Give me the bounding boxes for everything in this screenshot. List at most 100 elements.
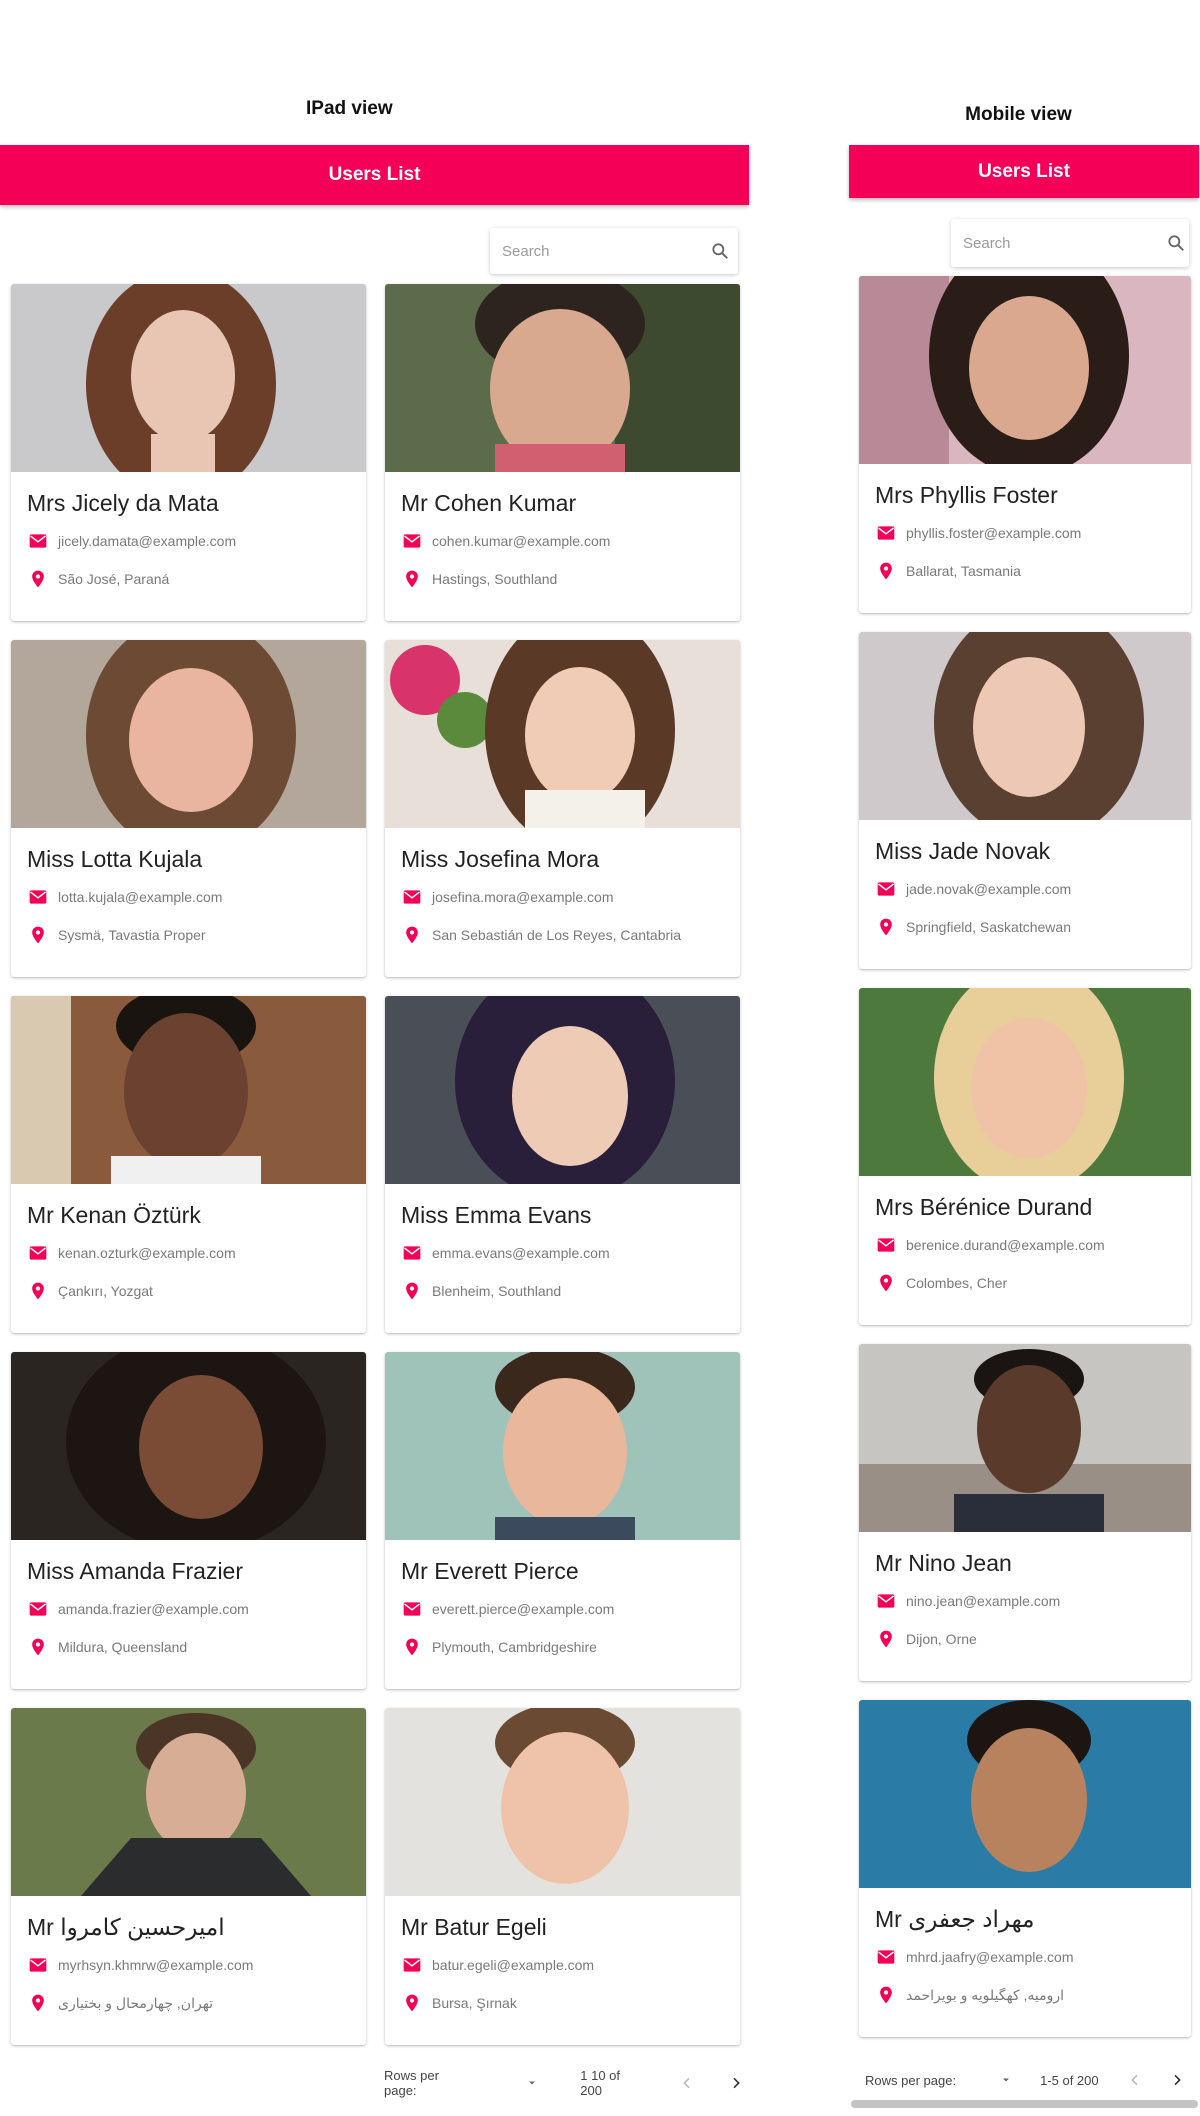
user-email-row: phyllis.foster@example.com <box>876 523 1191 543</box>
user-name: Miss Lotta Kujala <box>27 846 203 872</box>
user-photo <box>11 1708 366 1896</box>
user-name: Miss Emma Evans <box>401 1202 592 1228</box>
user-email-row: cohen.kumar@example.com <box>402 531 740 551</box>
location-pin-icon <box>406 1282 418 1300</box>
search-button[interactable] <box>1162 219 1189 267</box>
location-pin-icon <box>32 1282 44 1300</box>
user-location-row: Mildura, Queensland <box>28 1637 366 1657</box>
search-button[interactable] <box>701 228 738 274</box>
user-photo <box>385 996 740 1184</box>
search-box <box>951 219 1189 267</box>
user-location-row: Hastings, Southland <box>402 569 740 589</box>
email-icon <box>29 1958 47 1972</box>
email-icon <box>877 1594 895 1608</box>
next-page-button[interactable] <box>722 2069 749 2097</box>
email-icon <box>29 534 47 548</box>
user-location-row: Bursa, Şırnak <box>402 1993 740 2013</box>
user-card[interactable]: Miss Amanda Frazier amanda.frazier@examp… <box>11 1352 366 1689</box>
email-icon <box>29 1246 47 1260</box>
user-photo <box>11 1352 366 1540</box>
user-location: ارومیه, کهگیلویه و بویراحمد <box>906 1986 1065 2003</box>
user-email: jade.novak@example.com <box>906 881 1072 897</box>
user-location: تهران, چهارمحال و بختیاری <box>58 1994 214 2011</box>
rows-per-page-select[interactable] <box>972 2074 1012 2086</box>
email-icon <box>29 1602 47 1616</box>
user-location: Dijon, Orne <box>906 1631 977 1647</box>
user-card[interactable]: Miss Josefina Mora josefina.mora@example… <box>385 640 740 977</box>
user-name: Mrs Bérénice Durand <box>875 1194 1093 1220</box>
user-card[interactable]: Mrs Jicely da Mata jicely.damata@example… <box>11 284 366 621</box>
search-icon <box>711 243 728 259</box>
location-pin-icon <box>406 570 418 588</box>
next-page-button[interactable] <box>1163 2066 1191 2094</box>
ipad-view: IPad view Users List Mrs Jicely da Mata … <box>0 0 749 2116</box>
location-pin-icon <box>32 926 44 944</box>
chevron-left-icon <box>683 2077 690 2089</box>
user-location-row: Sysmä, Tavastia Proper <box>28 925 366 945</box>
location-pin-icon <box>32 570 44 588</box>
search-input[interactable] <box>490 242 701 260</box>
user-email-row: lotta.kujala@example.com <box>28 887 366 907</box>
location-pin-icon <box>406 1638 418 1656</box>
user-location: Plymouth, Cambridgeshire <box>432 1639 597 1655</box>
user-card[interactable]: Mr امیرحسین کامروا myrhsyn.khmrw@example… <box>11 1708 366 2045</box>
user-card[interactable]: Miss Emma Evans emma.evans@example.com B… <box>385 996 740 1333</box>
email-icon <box>403 1602 421 1616</box>
chevron-right-icon <box>733 2077 740 2089</box>
rows-per-page-label: Rows per page: <box>865 2072 957 2088</box>
email-icon <box>29 890 47 904</box>
location-pin-icon <box>880 1630 892 1648</box>
user-name: Mr Everett Pierce <box>401 1558 579 1584</box>
location-pin-icon <box>880 562 892 580</box>
user-location: Blenheim, Southland <box>432 1283 562 1299</box>
location-pin-icon <box>406 926 418 944</box>
location-pin-icon <box>32 1638 44 1656</box>
user-card[interactable]: Mr Everett Pierce everett.pierce@example… <box>385 1352 740 1689</box>
user-email-row: batur.egeli@example.com <box>402 1955 740 1975</box>
user-card[interactable]: Miss Jade Novak jade.novak@example.com S… <box>859 632 1191 969</box>
search-icon <box>1167 235 1184 251</box>
user-card[interactable]: Mrs Bérénice Durand berenice.durand@exam… <box>859 988 1191 1325</box>
user-location-row: Blenheim, Southland <box>402 1281 740 1301</box>
user-email: lotta.kujala@example.com <box>58 889 223 905</box>
email-icon <box>403 534 421 548</box>
user-email-row: nino.jean@example.com <box>876 1591 1191 1611</box>
user-email: mhrd.jaafry@example.com <box>906 1949 1074 1965</box>
ipad-view-label: IPad view <box>306 98 393 119</box>
rows-per-page-label: Rows per page: <box>384 2068 439 2098</box>
user-name: Mr مهراد جعفری <box>875 1906 1035 1932</box>
user-photo <box>859 988 1191 1176</box>
user-card[interactable]: Mrs Phyllis Foster phyllis.foster@exampl… <box>859 276 1191 613</box>
search-input[interactable] <box>951 234 1162 252</box>
location-pin-icon <box>406 1994 418 2012</box>
user-card[interactable]: Mr Cohen Kumar cohen.kumar@example.com H… <box>385 284 740 621</box>
user-name: Mr امیرحسین کامروا <box>27 1914 225 1940</box>
user-email-row: josefina.mora@example.com <box>402 887 740 907</box>
user-photo <box>859 1344 1191 1532</box>
user-card[interactable]: Mr مهراد جعفری mhrd.jaafry@example.com ا… <box>859 1700 1191 2037</box>
user-name: Miss Josefina Mora <box>401 846 600 872</box>
user-card[interactable]: Mr Nino Jean nino.jean@example.com Dijon… <box>859 1344 1191 1681</box>
user-location: Hastings, Southland <box>432 571 558 587</box>
user-location: Sysmä, Tavastia Proper <box>58 927 206 943</box>
user-email-row: kenan.ozturk@example.com <box>28 1243 366 1263</box>
user-email: amanda.frazier@example.com <box>58 1601 249 1617</box>
user-location-row: Ballarat, Tasmania <box>876 561 1191 581</box>
user-email: myrhsyn.khmrw@example.com <box>58 1957 254 1973</box>
email-icon <box>877 1238 895 1252</box>
horizontal-scrollbar[interactable] <box>851 2100 1198 2108</box>
rows-per-page-select[interactable] <box>500 2077 538 2089</box>
app-title: Users List <box>328 164 421 185</box>
user-location-row: Colombes, Cher <box>876 1273 1191 1293</box>
user-card[interactable]: Mr Batur Egeli batur.egeli@example.com B… <box>385 1708 740 2045</box>
user-location-row: Çankırı, Yozgat <box>28 1281 366 1301</box>
previous-page-button[interactable] <box>1121 2066 1149 2094</box>
chevron-left-icon <box>1130 2074 1138 2086</box>
user-email-row: berenice.durand@example.com <box>876 1235 1191 1255</box>
user-card[interactable]: Mr Kenan Öztürk kenan.ozturk@example.com… <box>11 996 366 1333</box>
user-email-row: myrhsyn.khmrw@example.com <box>28 1955 366 1975</box>
user-name: Mr Nino Jean <box>875 1550 1012 1576</box>
user-card[interactable]: Miss Lotta Kujala lotta.kujala@example.c… <box>11 640 366 977</box>
user-location: Springfield, Saskatchewan <box>906 919 1071 935</box>
previous-page-button[interactable] <box>674 2069 701 2097</box>
